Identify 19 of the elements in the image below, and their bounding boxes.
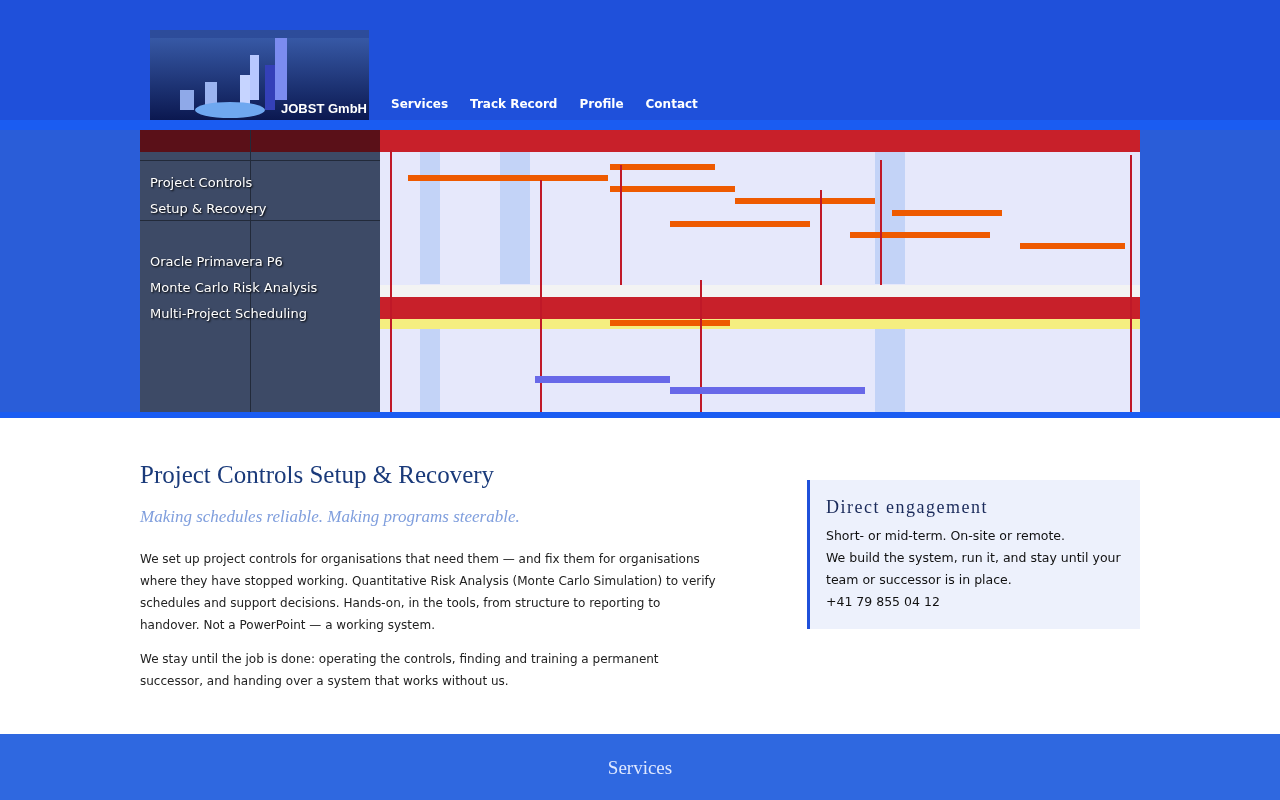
nav-link[interactable]: Services	[391, 95, 449, 113]
banner-text: Multi-Project Scheduling	[150, 305, 308, 323]
paragraph: We set up project controls for organisations that need them — and fix them for organisations where they have stopped working. Quantitative Risk Analysis (Monte Carlo Simulation) to verify schedules and support decisions. Hands-on, in the tools, from structure to reporting to handover. Not a PowerPoint — a working system.	[140, 550, 717, 634]
banner-text: Monte Carlo Risk Analysis	[150, 279, 318, 297]
panel-text: We build the system, run it, and stay until your team or successor is in place.	[826, 549, 1122, 589]
panel-text: +41 79 855 04 12	[826, 593, 941, 611]
nav-link[interactable]: Profile	[579, 95, 624, 113]
panel-text: Short- or mid-term. On-site or remote.	[826, 527, 1067, 545]
banner-text: Project Controls	[150, 174, 254, 192]
section-heading: Services	[606, 755, 674, 780]
logo-text[interactable]: JOBST GmbH	[281, 101, 367, 116]
nav-link[interactable]: Track Record	[470, 95, 558, 113]
banner-text: Oracle Primavera P6	[150, 253, 284, 271]
panel-title: Direct engagement	[826, 496, 989, 519]
nav-link[interactable]: Contact	[645, 95, 698, 113]
banner-text: Setup & Recovery	[150, 200, 268, 218]
paragraph: We stay until the job is done: operating the controls, finding and training a permanent successor, and handing over a system that works without us.	[140, 650, 660, 690]
tagline: Making schedules reliable. Making programs steerable.	[140, 506, 521, 528]
page-title: Project Controls Setup & Recovery	[140, 460, 496, 490]
